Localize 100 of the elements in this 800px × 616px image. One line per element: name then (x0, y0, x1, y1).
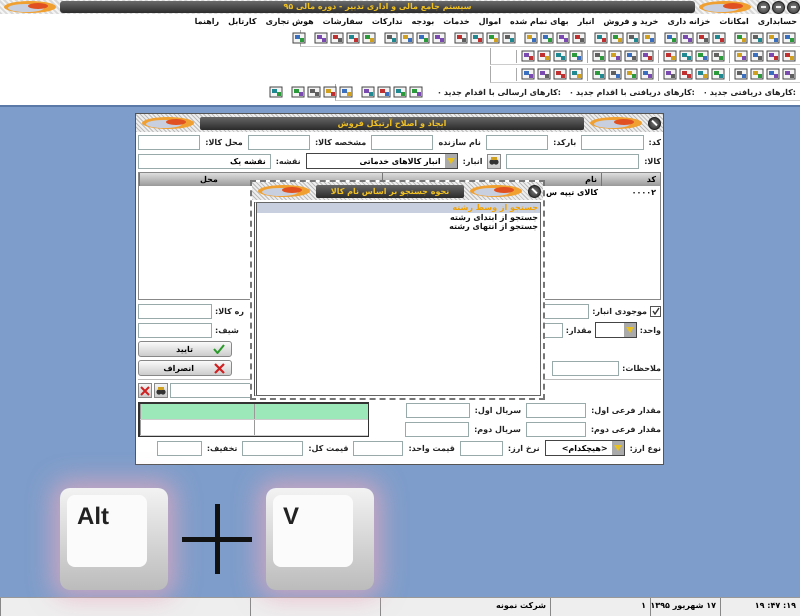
close-button[interactable] (528, 184, 541, 198)
toolbar-button[interactable] (524, 31, 538, 45)
toolbar-button[interactable] (416, 31, 430, 45)
search-button[interactable] (154, 383, 168, 398)
menu-item[interactable]: حسابداری (758, 16, 797, 26)
dropdown-field[interactable] (594, 322, 637, 338)
toolbar-button[interactable] (409, 85, 424, 99)
input-field[interactable] (405, 422, 470, 437)
toolbar-button[interactable] (432, 31, 446, 45)
toolbar-button[interactable] (711, 49, 725, 63)
toolbar-button[interactable] (553, 49, 567, 63)
input-field[interactable] (156, 440, 202, 456)
toolbar-button[interactable] (712, 31, 726, 45)
toolbar-button[interactable] (572, 31, 586, 45)
toolbar-button[interactable] (553, 67, 567, 81)
menu-item[interactable]: امکانات (719, 16, 749, 26)
toolbar-button[interactable] (711, 67, 725, 81)
toolbar-button[interactable] (314, 31, 328, 45)
clear-button[interactable] (138, 383, 152, 398)
list-item[interactable]: جستجو از ابتدای رشته (257, 213, 540, 222)
toolbar-button[interactable] (486, 31, 500, 45)
toolbar-button[interactable] (307, 85, 322, 99)
toolbar-button[interactable] (782, 67, 796, 81)
close-button[interactable] (787, 0, 800, 14)
list-item[interactable]: جستجو از انتهای رشته (257, 222, 540, 231)
toolbar-button[interactable] (663, 49, 677, 63)
input-field[interactable] (138, 304, 212, 318)
toolbar-button[interactable] (734, 49, 748, 63)
menu-item[interactable]: سفارشات (322, 16, 363, 26)
input-field[interactable] (506, 154, 640, 168)
dropdown-field[interactable]: <هیچکدام> (544, 440, 625, 456)
toolbar-button[interactable] (750, 67, 764, 81)
toolbar-button[interactable] (695, 67, 709, 81)
toolbar-button[interactable] (521, 67, 535, 81)
toolbar-button[interactable] (592, 67, 606, 81)
cancel-button[interactable]: انصراف (138, 360, 232, 376)
input-field[interactable] (526, 422, 586, 437)
toolbar-button[interactable] (608, 67, 622, 81)
menu-item[interactable]: راهنما (194, 16, 220, 26)
input-field[interactable] (581, 135, 644, 150)
toolbar-button[interactable] (750, 49, 764, 63)
menu-item[interactable]: تدارکات (372, 16, 402, 26)
minimize-button[interactable] (757, 0, 770, 14)
input-field[interactable] (460, 440, 503, 456)
toolbar-button[interactable] (766, 67, 780, 81)
toolbar-button[interactable] (695, 49, 709, 63)
toolbar-button[interactable] (361, 85, 376, 99)
input-field[interactable] (406, 403, 470, 418)
toolbar-button[interactable] (521, 49, 535, 63)
toolbar-button[interactable] (782, 49, 796, 63)
toolbar-button[interactable] (537, 49, 551, 63)
input-field[interactable] (486, 135, 548, 150)
column-header[interactable]: کد (601, 173, 660, 186)
menu-item[interactable]: خرید و فروش (603, 16, 658, 26)
toolbar-button[interactable] (377, 85, 392, 99)
search-button[interactable] (487, 154, 502, 168)
confirm-button[interactable]: تایید (138, 341, 232, 357)
toolbar-button[interactable] (594, 31, 608, 45)
toolbar-button[interactable] (291, 85, 306, 99)
toolbar-button[interactable] (540, 31, 554, 45)
dropdown-field[interactable]: انبار کالاهای خدماتی (306, 153, 458, 169)
toolbar-button[interactable] (640, 49, 654, 63)
toolbar-button[interactable] (346, 31, 360, 45)
toolbar-button[interactable] (750, 31, 764, 45)
toolbar-button[interactable] (537, 67, 551, 81)
toolbar-button[interactable] (679, 67, 693, 81)
toolbar-button[interactable] (323, 85, 338, 99)
toolbar-button[interactable] (734, 31, 748, 45)
input-field[interactable] (552, 360, 620, 376)
toolbar-button[interactable] (696, 31, 710, 45)
toolbar-button[interactable] (339, 85, 354, 99)
toolbar-button[interactable] (384, 31, 398, 45)
toolbar-button[interactable] (362, 31, 376, 45)
toolbar-button[interactable] (624, 49, 638, 63)
toolbar-button[interactable] (782, 31, 796, 45)
toolbar-button[interactable] (642, 31, 656, 45)
input-field[interactable] (138, 135, 200, 150)
toolbar-button[interactable] (679, 49, 693, 63)
toolbar-button[interactable] (766, 49, 780, 63)
toolbar-button[interactable] (502, 31, 516, 45)
input-field[interactable] (138, 322, 212, 338)
input-field[interactable] (242, 440, 304, 456)
toolbar-button[interactable] (393, 85, 408, 99)
menu-item[interactable]: انبار (578, 16, 594, 26)
toolbar-button[interactable] (569, 67, 583, 81)
toolbar-button[interactable] (664, 31, 678, 45)
input-field[interactable] (353, 440, 404, 456)
toolbar-button[interactable] (292, 31, 306, 45)
menu-item[interactable]: هوش تجاری (266, 16, 314, 26)
input-field[interactable] (371, 135, 434, 150)
toolbar-button[interactable] (269, 85, 284, 99)
input-field[interactable] (526, 403, 586, 418)
toolbar-button[interactable] (592, 49, 606, 63)
menu-item[interactable]: بهای تمام شده (510, 16, 569, 26)
toolbar-button[interactable] (400, 31, 414, 45)
toolbar-button[interactable] (556, 31, 570, 45)
close-button[interactable] (648, 116, 661, 130)
menu-item[interactable]: اموال (478, 16, 502, 26)
toolbar-button[interactable] (330, 31, 344, 45)
toolbar-button[interactable] (640, 67, 654, 81)
